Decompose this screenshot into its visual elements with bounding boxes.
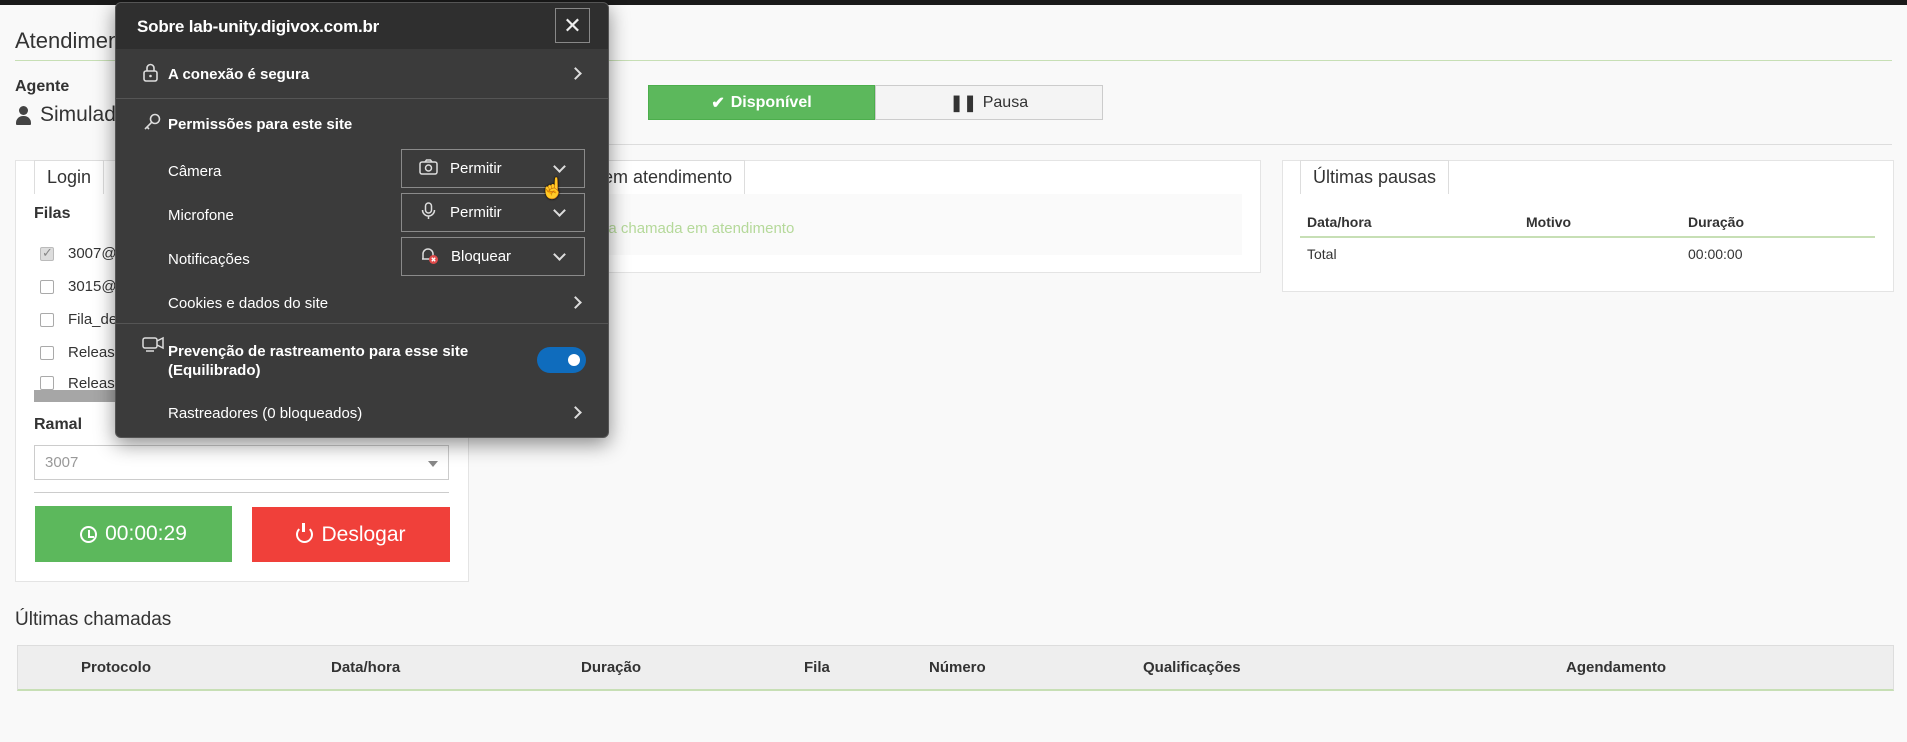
- column-header: Duração: [1681, 208, 1875, 238]
- power-icon: [296, 523, 314, 543]
- chevron-right-icon: [569, 67, 582, 80]
- queue-item[interactable]: Releas: [40, 376, 115, 390]
- extension-label: Ramal: [34, 416, 83, 433]
- tracking-label: Prevenção de rastreamento para esse site…: [168, 342, 468, 380]
- tracking-camera-icon: [142, 336, 164, 358]
- column-header[interactable]: Protocolo: [81, 659, 151, 676]
- cookies-row[interactable]: Cookies e dados do site: [116, 281, 608, 323]
- extension-value: 3007: [45, 454, 79, 471]
- chevron-right-icon: [569, 406, 582, 419]
- queue-name: Releas: [68, 376, 115, 390]
- cookies-label: Cookies e dados do site: [168, 295, 329, 312]
- queue-item[interactable]: 3007@: [40, 245, 117, 262]
- last-calls-table-header: Protocolo Data/hora Duração Fila Número …: [17, 645, 1894, 691]
- status-divider: [493, 144, 1892, 145]
- chevron-down-icon: [553, 204, 566, 217]
- tracking-label-line1: Prevenção de rastreamento para esse site: [168, 343, 469, 360]
- available-button[interactable]: ✔ Disponível: [648, 85, 875, 120]
- close-button[interactable]: ✕: [555, 8, 590, 43]
- column-header[interactable]: Número: [929, 659, 986, 676]
- queue-checkbox[interactable]: [40, 376, 54, 390]
- key-icon: [142, 112, 162, 137]
- pause-icon: ❚❚: [949, 94, 977, 112]
- tab-last-pauses[interactable]: Últimas pausas: [1300, 160, 1450, 194]
- notification-blocked-icon: [419, 245, 439, 269]
- hand-cursor-icon: ☝: [540, 178, 565, 200]
- column-header[interactable]: Fila: [804, 659, 830, 676]
- column-header[interactable]: Qualificações: [1143, 659, 1241, 676]
- queue-item[interactable]: 3015@: [40, 278, 117, 295]
- queue-name: 3007@: [68, 245, 117, 262]
- column-header[interactable]: Duração: [581, 659, 641, 676]
- pauses-table: Data/hora Motivo Duração Total 00:00:00: [1300, 208, 1875, 270]
- agent-label: Agente: [15, 78, 70, 95]
- notifications-label: Notificações: [168, 251, 250, 268]
- connection-secure-label: A conexão é segura: [168, 66, 310, 83]
- total-label: Total: [1307, 246, 1337, 262]
- queue-checkbox[interactable]: [40, 279, 54, 294]
- table-header-row: Data/hora Motivo Duração: [1300, 208, 1875, 238]
- login-timer-button[interactable]: 00:00:29: [35, 506, 232, 562]
- check-icon: ✔: [711, 94, 725, 112]
- camera-label: Câmera: [168, 163, 222, 180]
- column-header: Data/hora: [1300, 208, 1519, 238]
- timer-value: 00:00:29: [105, 522, 187, 545]
- camera-icon: [419, 158, 438, 179]
- queues-label: Filas: [34, 205, 71, 222]
- tracking-prevention-row: Prevenção de rastreamento para esse site…: [116, 324, 608, 382]
- chevron-down-icon: [553, 248, 566, 261]
- caret-down-icon: [428, 461, 438, 467]
- status-toggle-group: ✔ Disponível ❚❚ Pausa: [648, 85, 1103, 120]
- queue-checkbox[interactable]: [40, 345, 54, 360]
- logout-button[interactable]: Deslogar: [252, 507, 450, 562]
- close-icon: ✕: [563, 12, 582, 38]
- trackers-row[interactable]: Rastreadores (0 bloqueados): [116, 393, 608, 435]
- queue-item[interactable]: Fila_de: [40, 311, 117, 328]
- tracking-prevention-toggle[interactable]: [537, 347, 586, 373]
- queue-name: Fila_de: [68, 311, 118, 328]
- notifications-permission-value: Bloquear: [451, 248, 512, 265]
- trackers-label: Rastreadores (0 bloqueados): [168, 405, 363, 422]
- site-info-popup: Sobre lab-unity.digivox.com.br ✕ A conex…: [115, 2, 609, 438]
- call-empty-text: na chamada em atendimento: [600, 220, 795, 237]
- column-header[interactable]: Data/hora: [331, 659, 400, 676]
- pause-button[interactable]: ❚❚ Pausa: [875, 85, 1103, 120]
- last-calls-title: Últimas chamadas: [15, 609, 172, 630]
- logout-label: Deslogar: [321, 522, 406, 546]
- tab-login[interactable]: Login: [34, 160, 105, 194]
- pause-label: Pausa: [982, 93, 1029, 111]
- connection-secure-row[interactable]: A conexão é segura: [116, 49, 608, 98]
- toggle-knob: [568, 354, 580, 366]
- table-row: Total 00:00:00: [1300, 237, 1875, 270]
- queue-name: 3015@: [68, 278, 117, 295]
- permissions-header: Permissões para este site: [116, 99, 608, 139]
- total-value: 00:00:00: [1688, 246, 1743, 262]
- notifications-permission-select[interactable]: Bloquear: [401, 237, 585, 276]
- microphone-permission-value: Permitir: [450, 204, 502, 221]
- lock-icon: [142, 63, 159, 87]
- microphone-label: Microfone: [168, 207, 234, 224]
- queue-item[interactable]: Releas: [40, 344, 115, 361]
- popup-header: Sobre lab-unity.digivox.com.br ✕: [116, 3, 608, 49]
- chevron-down-icon: [553, 160, 566, 173]
- permissions-title: Permissões para este site: [168, 116, 353, 133]
- camera-permission-value: Permitir: [450, 160, 502, 177]
- column-header: Motivo: [1519, 208, 1681, 238]
- extension-divider: [34, 492, 449, 493]
- column-header[interactable]: Agendamento: [1566, 659, 1666, 676]
- clock-icon: [80, 525, 98, 543]
- queue-checkbox[interactable]: [40, 312, 54, 327]
- microphone-icon: [419, 201, 438, 224]
- chevron-right-icon: [569, 296, 582, 309]
- tracking-label-line2: (Equilibrado): [168, 362, 261, 379]
- user-icon: [15, 105, 32, 125]
- available-label: Disponível: [730, 93, 812, 111]
- extension-select[interactable]: 3007: [34, 445, 449, 480]
- popup-title: Sobre lab-unity.digivox.com.br: [137, 17, 380, 36]
- queue-checkbox[interactable]: [40, 245, 54, 261]
- queue-name: Releas: [68, 344, 115, 361]
